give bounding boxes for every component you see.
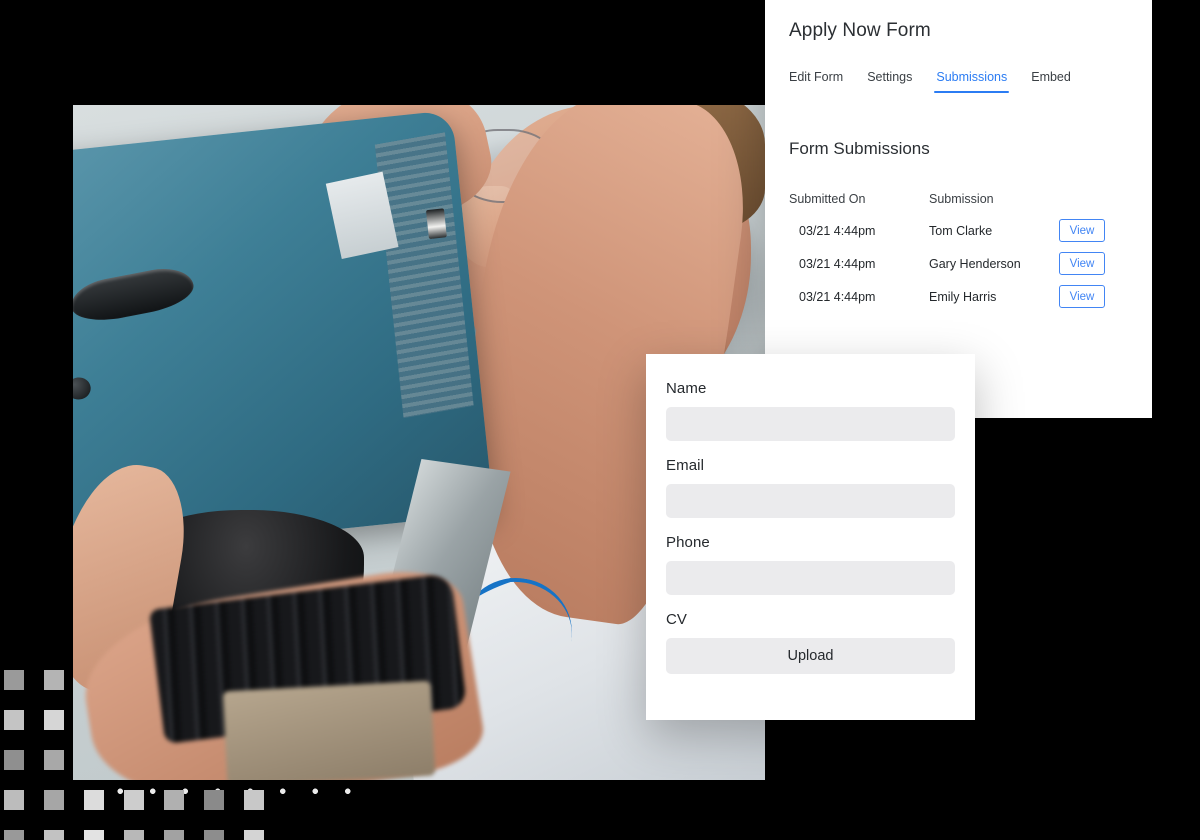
pixel-square [4, 670, 24, 690]
cell-submission-name: Gary Henderson [929, 256, 1021, 271]
table-row: 03/21 4:44pm Gary Henderson View [789, 247, 1129, 280]
table-header-row: Submitted On Submission [789, 192, 1129, 214]
table-row: 03/21 4:44pm Tom Clarke View [789, 214, 1129, 247]
pixel-square [124, 830, 144, 840]
pixel-square [44, 790, 64, 810]
pixel-square [204, 790, 224, 810]
column-header-submitted-on: Submitted On [789, 192, 866, 206]
cell-submitted-on: 03/21 4:44pm [799, 289, 876, 304]
pixel-square [44, 830, 64, 840]
photo-wood-block [222, 680, 436, 780]
cell-submitted-on: 03/21 4:44pm [799, 256, 876, 271]
submissions-table: Submitted On Submission 03/21 4:44pm Tom… [789, 192, 1129, 313]
email-field[interactable] [666, 484, 955, 518]
pixel-square [44, 710, 64, 730]
phone-field-label: Phone [666, 534, 710, 551]
pixel-square [4, 790, 24, 810]
pixel-square [84, 790, 104, 810]
pixel-square [204, 830, 224, 840]
upload-button[interactable]: Upload [666, 638, 955, 674]
pixel-square [84, 830, 104, 840]
pixel-square [164, 790, 184, 810]
photo-machine-button [73, 376, 93, 401]
tab-embed[interactable]: Embed [1031, 70, 1071, 93]
pixel-square [164, 830, 184, 840]
pixel-square [4, 710, 24, 730]
column-header-submission: Submission [929, 192, 994, 206]
tab-settings[interactable]: Settings [867, 70, 912, 93]
pixel-square [44, 790, 64, 810]
section-title: Form Submissions [789, 139, 930, 158]
photo-machine-knob [73, 262, 198, 326]
pixel-square [4, 830, 24, 840]
tab-edit-form[interactable]: Edit Form [789, 70, 843, 93]
photo-machine-switch [426, 208, 448, 239]
cell-submission-name: Emily Harris [929, 289, 997, 304]
view-button[interactable]: View [1059, 252, 1105, 275]
form-preview-card: Name Email Phone CV Upload [646, 354, 975, 720]
cv-field-label: CV [666, 611, 688, 628]
pixel-square [84, 790, 104, 810]
pixel-square-grid-wide [4, 790, 264, 840]
screenshot-stage: Apply Now Form Edit Form Settings Submis… [0, 0, 1200, 840]
tab-submissions[interactable]: Submissions [934, 70, 1010, 93]
tab-bar: Edit Form Settings Submissions Embed [789, 70, 1071, 93]
pixel-square [244, 830, 264, 840]
pixel-square [244, 790, 264, 810]
pixel-square [4, 750, 24, 770]
cell-submission-name: Tom Clarke [929, 223, 993, 238]
pixel-square [4, 830, 24, 840]
pixel-square [124, 790, 144, 810]
name-field-label: Name [666, 380, 707, 397]
view-button[interactable]: View [1059, 285, 1105, 308]
name-field[interactable] [666, 407, 955, 441]
cell-submitted-on: 03/21 4:44pm [799, 223, 876, 238]
pixel-square [44, 670, 64, 690]
pixel-square [44, 830, 64, 840]
pixel-square [4, 790, 24, 810]
pixel-square [84, 830, 104, 840]
page-title: Apply Now Form [789, 20, 931, 41]
phone-field[interactable] [666, 561, 955, 595]
view-button[interactable]: View [1059, 219, 1105, 242]
table-row: 03/21 4:44pm Emily Harris View [789, 280, 1129, 313]
email-field-label: Email [666, 457, 705, 474]
pixel-square [44, 750, 64, 770]
